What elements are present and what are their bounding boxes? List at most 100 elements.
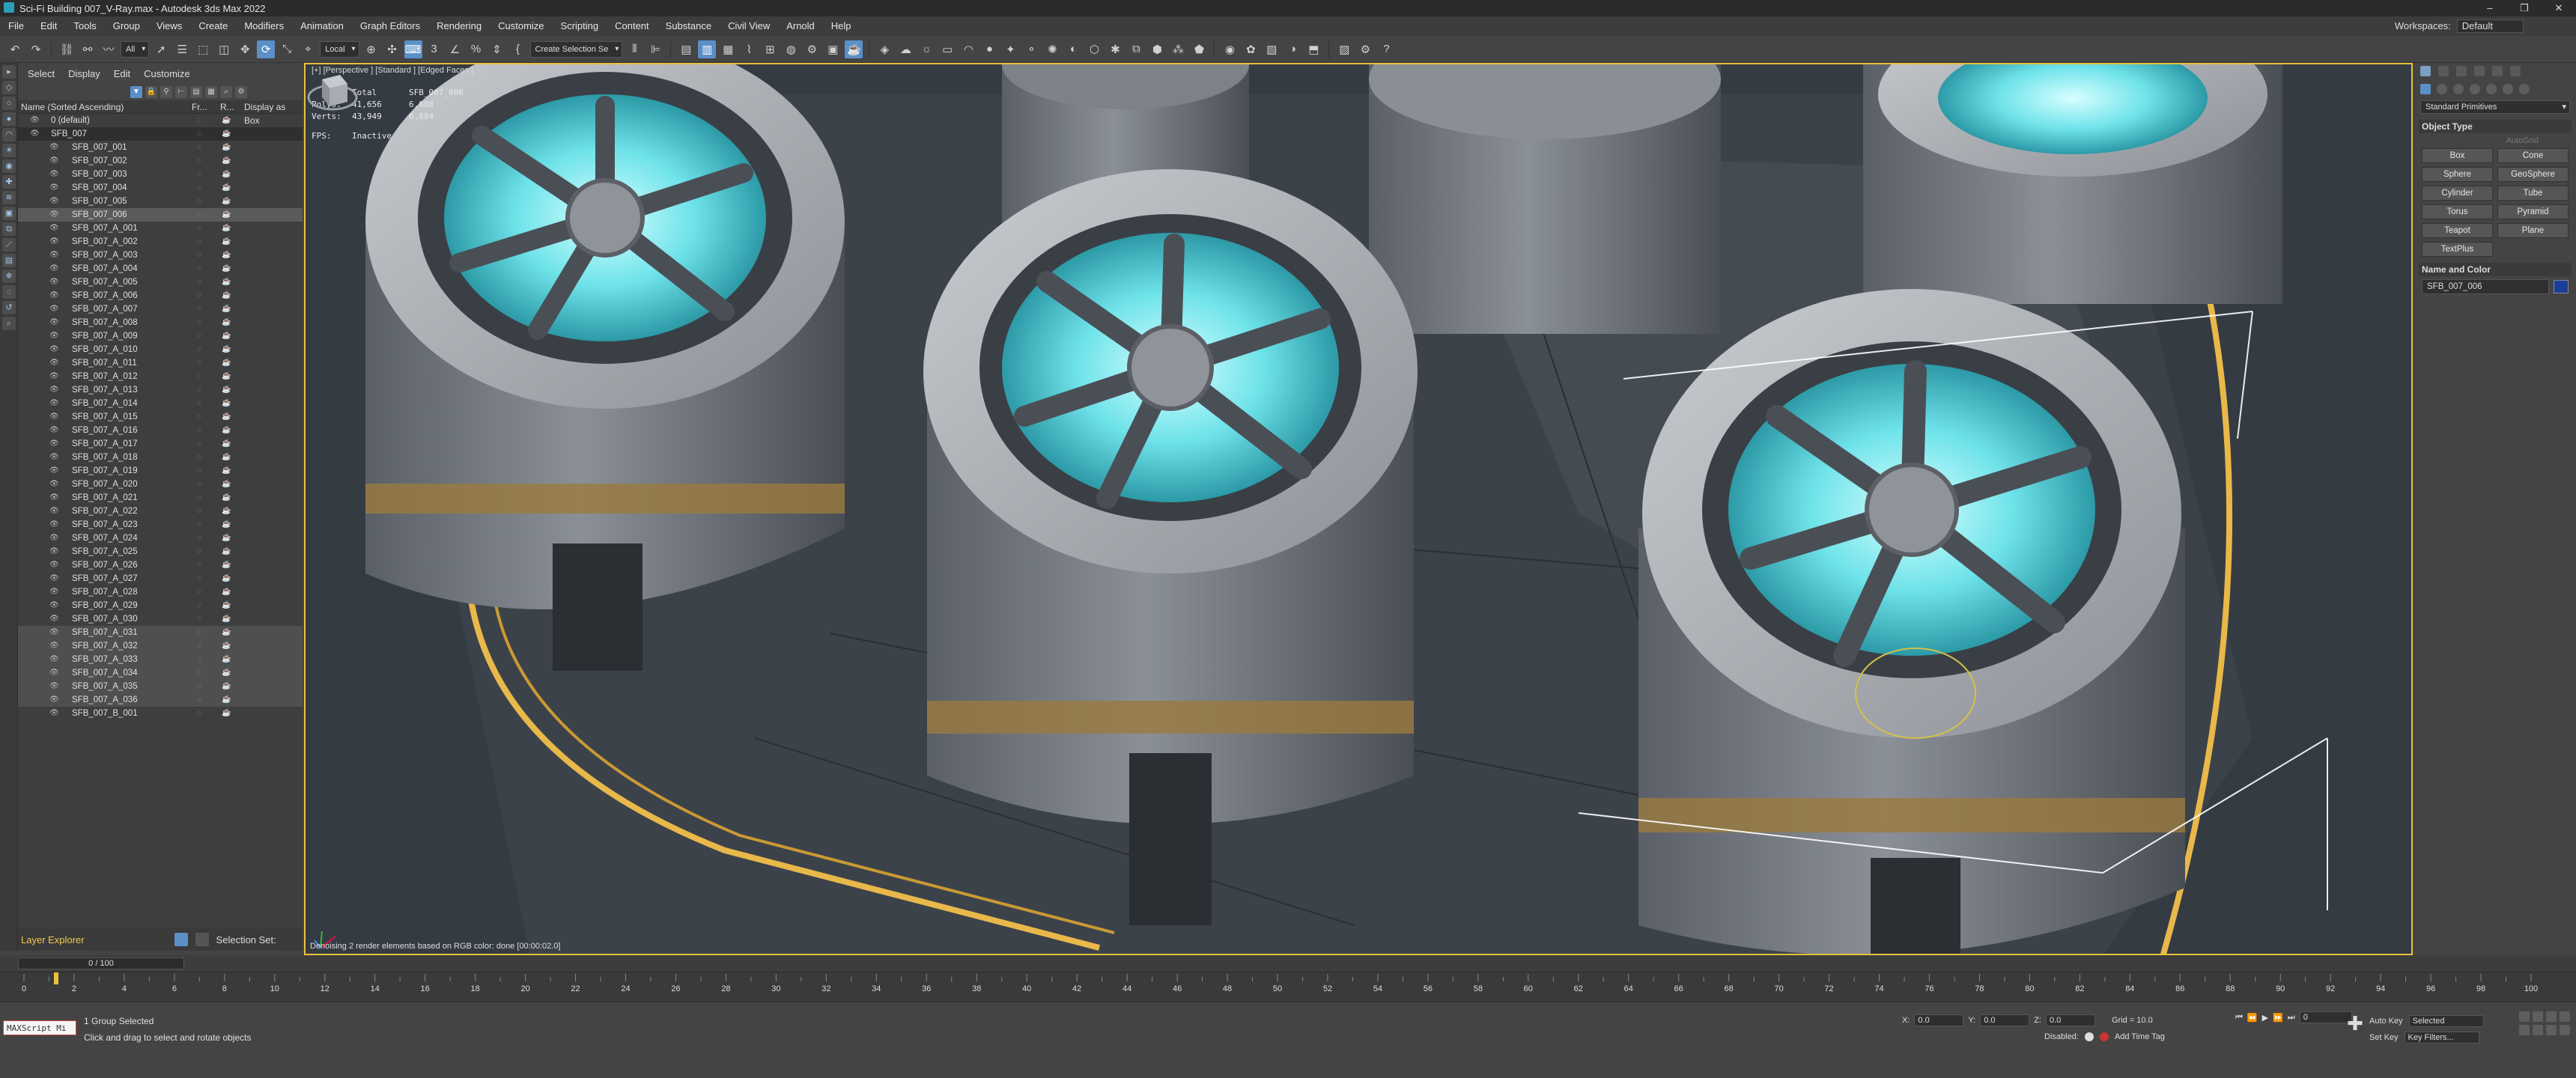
renderable-toggle-icon[interactable]: ☕: [222, 505, 231, 518]
link-icon[interactable]: ⛓: [58, 40, 76, 58]
freeze-toggle-icon[interactable]: ◌: [197, 491, 201, 505]
layer-explorer-label[interactable]: Layer Explorer: [21, 934, 85, 945]
object-row[interactable]: 👁 SFB_007_A_030 ◌ ☕: [18, 612, 303, 626]
object-row[interactable]: 👁 SFB_007_001 ◌ ☕: [18, 141, 303, 154]
scene-explorer-toggle-icon[interactable]: [195, 933, 209, 946]
vray-interactive-icon[interactable]: ☼: [917, 40, 935, 58]
vray-lister-icon[interactable]: ▧: [1263, 40, 1281, 58]
menu-animation[interactable]: Animation: [292, 16, 352, 36]
cameras-icon[interactable]: ◉: [2, 159, 16, 173]
renderable-toggle-icon[interactable]: ☕: [222, 518, 231, 532]
renderable-toggle-icon[interactable]: ☕: [222, 249, 231, 262]
scene-menu-select[interactable]: Select: [21, 68, 61, 79]
renderable-toggle-icon[interactable]: ☕: [222, 262, 231, 275]
align-icon[interactable]: ⊫: [646, 40, 664, 58]
auto-key-selection-dropdown[interactable]: Selected: [2408, 1015, 2484, 1027]
freeze-toggle-icon[interactable]: ◌: [197, 707, 201, 720]
freeze-toggle-icon[interactable]: ◌: [197, 451, 201, 464]
freeze-toggle-icon[interactable]: ◌: [197, 653, 201, 666]
freeze-toggle-icon[interactable]: ◌: [197, 289, 201, 302]
select-by-name-icon[interactable]: ☰: [173, 40, 191, 58]
freeze-toggle-icon[interactable]: ◌: [197, 572, 201, 585]
object-row[interactable]: 👁 SFB_007_B_001 ◌ ☕: [18, 707, 303, 720]
key-filters-button[interactable]: Key Filters...: [2404, 1032, 2479, 1044]
renderable-toggle-icon[interactable]: ☕: [222, 141, 231, 154]
renderable-toggle-icon[interactable]: ☕: [222, 558, 231, 572]
systems-icon[interactable]: [2519, 84, 2530, 94]
schematic-view-icon[interactable]: ⊞: [761, 40, 779, 58]
visibility-icon[interactable]: 👁: [49, 154, 59, 168]
object-row[interactable]: 👁 SFB_007_A_007 ◌ ☕: [18, 302, 303, 316]
renderable-toggle-icon[interactable]: ☕: [222, 168, 231, 181]
renderable-toggle-icon[interactable]: ☕: [222, 410, 231, 424]
menu-substance[interactable]: Substance: [657, 16, 720, 36]
freeze-toggle-icon[interactable]: ◌: [197, 437, 201, 451]
visibility-icon[interactable]: 👁: [49, 410, 59, 424]
visibility-icon[interactable]: 👁: [49, 262, 59, 275]
vray-dome-light-icon[interactable]: ◠: [959, 40, 977, 58]
menu-scripting[interactable]: Scripting: [553, 16, 607, 36]
vray-proxy-icon[interactable]: ⬡: [1085, 40, 1103, 58]
bind-space-warp-icon[interactable]: 〰: [100, 40, 118, 58]
freeze-toggle-icon[interactable]: ◌: [197, 329, 201, 343]
visibility-icon[interactable]: 👁: [49, 275, 59, 289]
vray-toggle-icon[interactable]: ◑: [1284, 40, 1301, 58]
renderable-toggle-icon[interactable]: ☕: [222, 585, 231, 599]
rotate-icon[interactable]: ⟳: [257, 40, 276, 58]
object-row[interactable]: 👁 SFB_007_A_023 ◌ ☕: [18, 518, 303, 532]
y-coordinate-field[interactable]: 0.0: [1980, 1014, 2030, 1026]
freeze-toggle-icon[interactable]: ◌: [197, 478, 201, 491]
vray-sphere-light-icon[interactable]: ●: [980, 40, 998, 58]
move-icon[interactable]: ✥: [236, 40, 254, 58]
field-of-view-icon[interactable]: [2519, 1025, 2530, 1035]
object-row[interactable]: 👁 SFB_007_A_021 ◌ ☕: [18, 491, 303, 505]
object-row[interactable]: 👁 SFB_007_A_011 ◌ ☕: [18, 356, 303, 370]
freeze-toggle-icon[interactable]: ◌: [197, 141, 201, 154]
freeze-toggle-icon[interactable]: ◌: [197, 195, 201, 208]
renderable-toggle-icon[interactable]: ☕: [222, 114, 231, 127]
freeze-toggle-icon[interactable]: ◌: [197, 626, 201, 639]
object-row[interactable]: 👁 SFB_007_A_036 ◌ ☕: [18, 693, 303, 707]
xrefs-icon[interactable]: ⧉: [2, 222, 16, 236]
renderable-toggle-icon[interactable]: ☕: [222, 599, 231, 612]
visibility-icon[interactable]: 👁: [49, 532, 59, 545]
visibility-icon[interactable]: 👁: [49, 491, 59, 505]
visibility-icon[interactable]: 👁: [49, 370, 59, 383]
object-row[interactable]: 👁 SFB_007_A_017 ◌ ☕: [18, 437, 303, 451]
frozen-icon[interactable]: ❄: [2, 270, 16, 283]
vray-ambient-light-icon[interactable]: ⚬: [1022, 40, 1040, 58]
mirror-icon[interactable]: ⫴: [625, 40, 643, 58]
renderable-toggle-icon[interactable]: ☕: [222, 666, 231, 680]
last-results-icon[interactable]: ↺: [2, 301, 16, 314]
object-row[interactable]: 👁 SFB_007_A_005 ◌ ☕: [18, 275, 303, 289]
freeze-toggle-icon[interactable]: ◌: [197, 275, 201, 289]
textplus-button[interactable]: TextPlus: [2422, 242, 2493, 257]
renderable-toggle-icon[interactable]: ☕: [222, 356, 231, 370]
select-mode-icon[interactable]: ▸: [2, 65, 16, 79]
renderable-toggle-icon[interactable]: ☕: [222, 343, 231, 356]
zoom-all-icon[interactable]: [2533, 1011, 2543, 1022]
renderable-toggle-icon[interactable]: ☕: [222, 653, 231, 666]
freeze-toggle-icon[interactable]: ◌: [197, 612, 201, 626]
menu-modifiers[interactable]: Modifiers: [236, 16, 292, 36]
scene-menu-display[interactable]: Display: [61, 68, 107, 79]
object-row[interactable]: 👁 SFB_007_A_015 ◌ ☕: [18, 410, 303, 424]
visibility-icon[interactable]: 👁: [49, 168, 59, 181]
geosphere-button[interactable]: GeoSphere: [2497, 167, 2569, 182]
freeze-toggle-icon[interactable]: ◌: [197, 114, 201, 127]
visibility-icon[interactable]: 👁: [30, 114, 40, 127]
visibility-icon[interactable]: 👁: [49, 558, 59, 572]
workspaces-select[interactable]: Default: [2456, 19, 2524, 33]
scene-menu-edit[interactable]: Edit: [107, 68, 137, 79]
vray-plane-icon[interactable]: ▭: [938, 40, 956, 58]
render-production-icon[interactable]: ☕: [845, 40, 863, 58]
visibility-icon[interactable]: 👁: [49, 424, 59, 437]
object-row[interactable]: 👁 SFB_007_A_029 ◌ ☕: [18, 599, 303, 612]
settings-icon[interactable]: ⚙: [1356, 40, 1374, 58]
renderable-toggle-icon[interactable]: ☕: [222, 626, 231, 639]
create-tab-icon[interactable]: [2420, 66, 2431, 76]
spinner-snap-icon[interactable]: ⇕: [488, 40, 506, 58]
set-key-button[interactable]: Set Key: [2369, 1033, 2399, 1042]
freeze-toggle-icon[interactable]: ◌: [197, 127, 201, 141]
geometry-icon[interactable]: [2420, 84, 2431, 94]
